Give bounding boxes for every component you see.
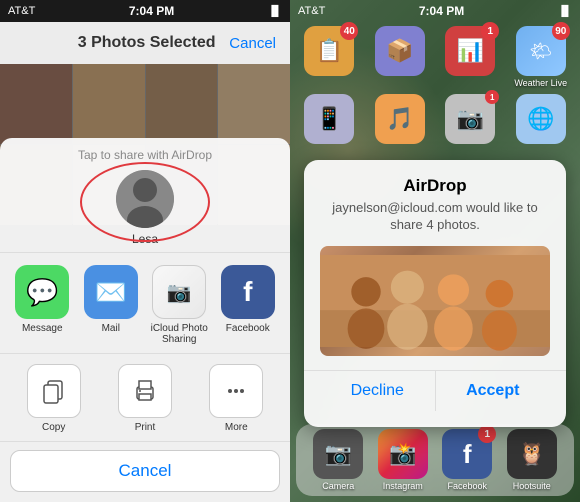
message-label: Message — [22, 323, 63, 334]
accept-button[interactable]: Accept — [436, 371, 551, 411]
hootsuite-dock-icon: 🦉 — [507, 429, 557, 479]
left-time: 7:04 PM — [129, 4, 174, 18]
home-icon-0[interactable]: 📋 40 — [296, 26, 363, 90]
right-time: 7:04 PM — [419, 4, 464, 18]
home-icon-img-2: 📊 1 — [445, 26, 495, 76]
print-icon — [118, 364, 172, 418]
home-icon-img-1: 📦 — [375, 26, 425, 76]
print-svg — [131, 377, 159, 405]
facebook-label: Facebook — [226, 323, 270, 334]
left-carrier: AT&T — [8, 5, 35, 17]
photos-header: 3 Photos Selected Cancel — [0, 22, 290, 64]
app-icon-mail[interactable]: ✉️ Mail — [81, 265, 141, 345]
instagram-dock-label: Instagram — [383, 481, 423, 491]
photos-title: 3 Photos Selected — [64, 34, 229, 52]
photo-cell — [73, 64, 145, 144]
print-action[interactable]: Print — [115, 364, 175, 433]
facebook-icon: f — [221, 265, 275, 319]
airdrop-oval — [80, 162, 210, 242]
home-icon-img-0: 📋 40 — [304, 26, 354, 76]
photo-cell — [0, 64, 72, 144]
left-battery-icon: ▐▌ — [268, 6, 282, 17]
app-icon-message[interactable]: 💬 Message — [12, 265, 72, 345]
app-icons-row: 💬 Message ✉️ Mail 📷 iCloud Photo Sharing… — [0, 253, 290, 354]
right-battery-icon: ▐▌ — [558, 6, 572, 17]
dialog-title: AirDrop — [320, 176, 550, 196]
app-icon-facebook[interactable]: f Facebook — [218, 265, 278, 345]
cancel-bottom-button[interactable]: Cancel — [10, 450, 280, 492]
home-icon-weather[interactable]: 🌤 90 Weather Live — [508, 26, 575, 90]
message-icon: 💬 — [15, 265, 69, 319]
mail-label: Mail — [102, 323, 120, 334]
home-icon-img-6: 📷 1 — [445, 94, 495, 144]
home-icon-4[interactable]: 📱 — [296, 94, 363, 148]
airdrop-dialog: AirDrop jaynelson@icloud.com would like … — [304, 160, 566, 427]
airdrop-hint: Tap to share with AirDrop — [14, 148, 276, 162]
dialog-buttons: Decline Accept — [320, 371, 550, 411]
dialog-photo — [320, 246, 550, 356]
mail-icon: ✉️ — [84, 265, 138, 319]
hootsuite-dock-label: Hootsuite — [513, 481, 551, 491]
home-icon-img-7: 🌐 — [516, 94, 566, 144]
home-icon-5[interactable]: 🎵 — [367, 94, 434, 148]
copy-icon — [27, 364, 81, 418]
home-icon-1[interactable]: 📦 — [367, 26, 434, 90]
weather-icon: 🌤 90 — [516, 26, 566, 76]
left-status-bar: AT&T 7:04 PM ▐▌ — [0, 0, 290, 22]
action-icons-row: Copy Print — [0, 354, 290, 442]
photo-cell — [146, 64, 218, 144]
dock-facebook[interactable]: f 1 Facebook — [442, 429, 492, 491]
airdrop-contact[interactable]: Lesa — [14, 170, 276, 246]
dock: 📷 Camera 📸 Instagram f 1 Facebook 🦉 Hoot… — [296, 424, 574, 496]
more-label: More — [225, 422, 248, 433]
more-svg — [222, 377, 250, 405]
copy-svg — [40, 377, 68, 405]
badge-weather: 90 — [552, 22, 570, 40]
right-status-bar: AT&T 7:04 PM ▐▌ — [290, 0, 580, 22]
more-icon — [209, 364, 263, 418]
print-label: Print — [135, 422, 156, 433]
badge-0: 40 — [340, 22, 358, 40]
home-icon-2[interactable]: 📊 1 — [437, 26, 504, 90]
icloud-icon: 📷 — [152, 265, 206, 319]
facebook-dock-label: Facebook — [447, 481, 487, 491]
camera-dock-icon: 📷 — [313, 429, 363, 479]
decline-button[interactable]: Decline — [320, 371, 436, 411]
app-icon-icloud[interactable]: 📷 iCloud Photo Sharing — [149, 265, 209, 345]
facebook-dock-icon: f 1 — [442, 429, 492, 479]
group-photo-svg — [320, 251, 550, 351]
dialog-photo-inner — [320, 246, 550, 356]
copy-label: Copy — [42, 422, 65, 433]
icloud-label: iCloud Photo Sharing — [149, 323, 209, 345]
more-action[interactable]: More — [206, 364, 266, 433]
right-carrier: AT&T — [298, 5, 325, 17]
dock-hootsuite[interactable]: 🦉 Hootsuite — [507, 429, 557, 491]
photo-cell — [218, 64, 290, 144]
home-icon-img-5: 🎵 — [375, 94, 425, 144]
copy-action[interactable]: Copy — [24, 364, 84, 433]
weather-label: Weather Live — [514, 78, 567, 88]
camera-dock-label: Camera — [322, 481, 354, 491]
share-sheet: Tap to share with AirDrop Lesa 💬 Message — [0, 138, 290, 502]
badge-6: 1 — [485, 90, 499, 104]
home-icon-6[interactable]: 📷 1 — [437, 94, 504, 148]
dock-camera[interactable]: 📷 Camera — [313, 429, 363, 491]
badge-2: 1 — [481, 22, 499, 40]
home-icon-7[interactable]: 🌐 — [508, 94, 575, 148]
dock-instagram[interactable]: 📸 Instagram — [378, 429, 428, 491]
facebook-badge: 1 — [478, 425, 496, 443]
cancel-bottom-label: Cancel — [119, 461, 172, 481]
airdrop-section: Tap to share with AirDrop Lesa — [0, 138, 290, 253]
photos-cancel-button[interactable]: Cancel — [229, 35, 276, 52]
left-phone: AT&T 7:04 PM ▐▌ 3 Photos Selected Cancel… — [0, 0, 290, 502]
instagram-dock-icon: 📸 — [378, 429, 428, 479]
home-icon-img-4: 📱 — [304, 94, 354, 144]
home-icons-top: 📋 40 📦 📊 1 🌤 90 Weather Live 📱 — [290, 22, 580, 152]
right-phone: AT&T 7:04 PM ▐▌ 📋 40 📦 📊 1 🌤 90 — [290, 0, 580, 502]
dialog-subtitle: jaynelson@icloud.com would like to share… — [320, 200, 550, 234]
